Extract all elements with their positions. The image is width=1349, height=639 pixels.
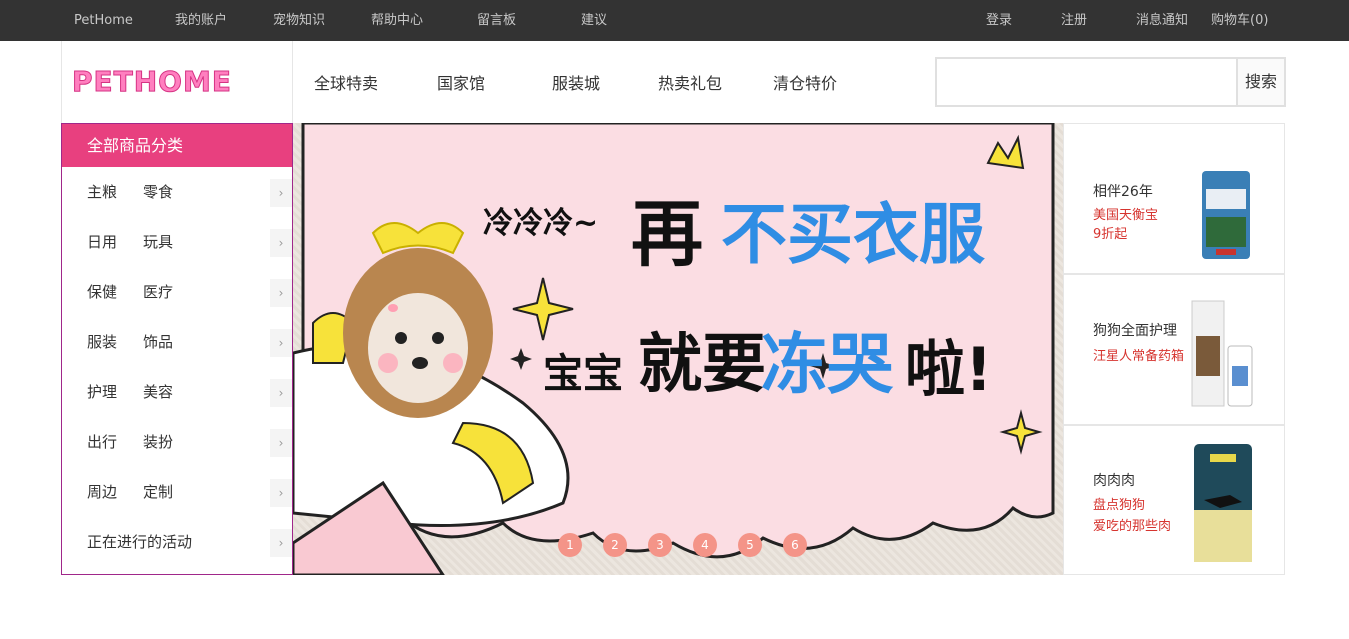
category-item[interactable]: 主粮 零食 ›: [62, 167, 292, 217]
promo-card[interactable]: 肉肉肉 盘点狗狗 爱吃的那些肉: [1063, 425, 1285, 575]
carousel-dot[interactable]: 1: [558, 533, 582, 557]
category-label[interactable]: 服装: [87, 317, 117, 367]
category-label[interactable]: 玩具: [143, 217, 173, 267]
dog-food-bag-image: [1202, 171, 1250, 259]
category-item[interactable]: 周边 定制 ›: [62, 467, 292, 517]
carousel-dot[interactable]: 4: [693, 533, 717, 557]
category-label[interactable]: 定制: [143, 467, 173, 517]
category-header: 全部商品分类: [62, 124, 292, 167]
pet-knowledge-link[interactable]: 宠物知识: [273, 0, 325, 41]
category-label[interactable]: 日用: [87, 217, 117, 267]
search-box: 搜索: [935, 57, 1286, 107]
message-board-link[interactable]: 留言板: [477, 0, 516, 41]
promo-subtitle: 美国天衡宝: [1093, 208, 1159, 223]
nav-country-hall[interactable]: 国家馆: [437, 70, 485, 94]
carousel-dot[interactable]: 3: [648, 533, 672, 557]
banner-subline-black: 就要: [638, 328, 766, 402]
cart-link[interactable]: 购物车(0): [1211, 0, 1268, 41]
search-button[interactable]: 搜索: [1236, 59, 1284, 105]
login-link[interactable]: 登录: [986, 0, 1012, 41]
chevron-right-icon: ›: [270, 229, 292, 257]
nav-global-sale[interactable]: 全球特卖: [314, 70, 378, 94]
logo[interactable]: PETHOME: [72, 65, 232, 99]
promo-subtitle: 汪星人常备药箱: [1093, 349, 1185, 364]
banner-headline-black: 再: [631, 192, 704, 276]
brand-link[interactable]: PetHome: [74, 0, 133, 41]
chevron-right-icon: ›: [270, 179, 292, 207]
category-label[interactable]: 周边: [87, 467, 117, 517]
category-label[interactable]: 护理: [87, 367, 117, 417]
banner-carousel[interactable]: 冷冷冷~ 再 不买衣服 宝宝 就要 冻哭 啦! 1 2 3 4 5 6: [293, 123, 1063, 575]
register-link[interactable]: 注册: [1061, 0, 1087, 41]
category-label[interactable]: 出行: [87, 417, 117, 467]
chevron-right-icon: ›: [270, 429, 292, 457]
category-label[interactable]: 饰品: [143, 317, 173, 367]
search-input[interactable]: [937, 59, 1237, 105]
banner-subline-blue: 冻哭: [761, 326, 893, 403]
carousel-dot[interactable]: 5: [738, 533, 762, 557]
promo-card[interactable]: 相伴26年 美国天衡宝 9折起: [1063, 123, 1285, 274]
category-label[interactable]: 医疗: [143, 267, 173, 317]
promo-subtitle: 爱吃的那些肉: [1093, 519, 1172, 534]
top-bar: PetHome 我的账户 宠物知识 帮助中心 留言板 建议 登录 注册 消息通知…: [0, 0, 1349, 41]
chevron-right-icon: ›: [270, 529, 292, 557]
suggestion-link[interactable]: 建议: [581, 0, 607, 41]
category-label[interactable]: 保健: [87, 267, 117, 317]
help-center-link[interactable]: 帮助中心: [371, 0, 423, 41]
promo-subtitle: 9折起: [1093, 227, 1128, 242]
category-item[interactable]: 日用 玩具 ›: [62, 217, 292, 267]
banner-headline-blue: 不买衣服: [721, 196, 985, 273]
category-label[interactable]: 美容: [143, 367, 173, 417]
chevron-right-icon: ›: [270, 279, 292, 307]
logo-area: PETHOME: [61, 41, 293, 123]
category-label[interactable]: 装扮: [143, 417, 173, 467]
carousel-dot[interactable]: 2: [603, 533, 627, 557]
banner-subline-small: 宝宝: [543, 351, 623, 397]
my-account-link[interactable]: 我的账户: [175, 0, 227, 41]
chevron-right-icon: ›: [270, 479, 292, 507]
pet-medicine-image: [1191, 300, 1253, 407]
category-item[interactable]: 服装 饰品 ›: [62, 317, 292, 367]
promo-title: 肉肉肉: [1093, 473, 1135, 489]
notifications-link[interactable]: 消息通知: [1136, 0, 1188, 41]
banner-subline-end: 啦!: [905, 335, 993, 405]
category-item[interactable]: 护理 美容 ›: [62, 367, 292, 417]
category-label[interactable]: 主粮: [87, 167, 117, 217]
category-item[interactable]: 出行 装扮 ›: [62, 417, 292, 467]
category-item[interactable]: 保健 医疗 ›: [62, 267, 292, 317]
banner-headline-small: 冷冷冷~: [483, 206, 599, 241]
promo-title: 狗狗全面护理: [1093, 323, 1177, 339]
promo-card[interactable]: 狗狗全面护理 汪星人常备药箱: [1063, 274, 1285, 425]
category-sidebar: 全部商品分类 主粮 零食 › 日用 玩具 › 保健 医疗 › 服装 饰品 › 护…: [61, 123, 293, 575]
nav-hot-packs[interactable]: 热卖礼包: [658, 70, 722, 94]
nav-clearance[interactable]: 清仓特价: [773, 70, 837, 94]
chevron-right-icon: ›: [270, 329, 292, 357]
chevron-right-icon: ›: [270, 379, 292, 407]
category-label[interactable]: 正在进行的活动: [87, 517, 192, 567]
carousel-dot[interactable]: 6: [783, 533, 807, 557]
nav-clothing-mall[interactable]: 服装城: [552, 70, 600, 94]
pet-food-pack-image: [1194, 444, 1252, 562]
promo-subtitle: 盘点狗狗: [1093, 498, 1146, 513]
promo-title: 相伴26年: [1093, 184, 1153, 200]
category-label[interactable]: 零食: [143, 167, 173, 217]
category-item[interactable]: 正在进行的活动 ›: [62, 517, 292, 567]
